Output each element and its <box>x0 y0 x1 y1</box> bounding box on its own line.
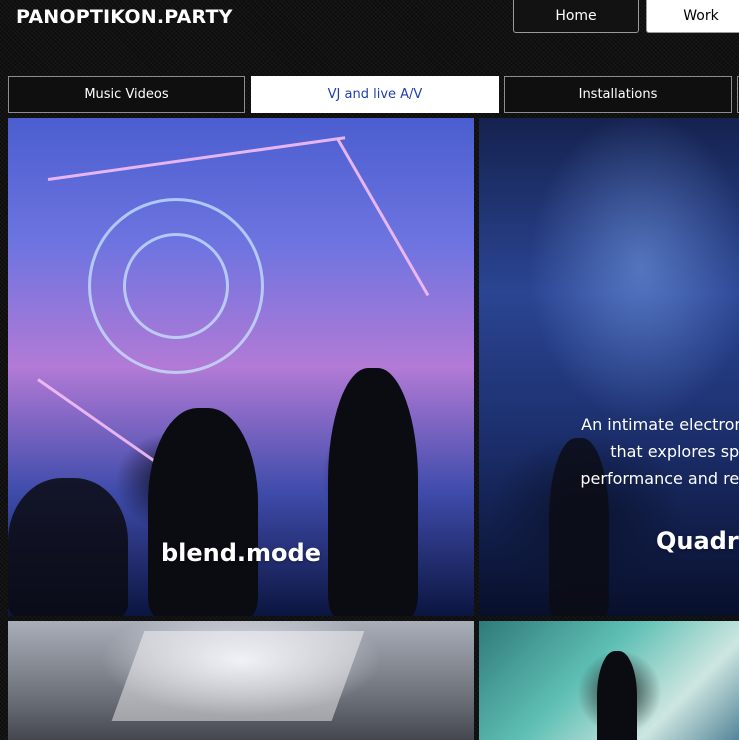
project-tile-quadra[interactable]: An intimate electroni that explores spa … <box>479 118 739 616</box>
tab-installations[interactable]: Installations <box>504 76 732 113</box>
nav-home-link[interactable]: Home <box>513 0 639 33</box>
projection-line <box>47 136 346 181</box>
site-brand[interactable]: PANOPTIKON.PARTY <box>16 5 233 29</box>
nav-work-link[interactable]: Work <box>646 0 739 33</box>
project-tile-blend-mode[interactable]: blend.mode <box>8 118 474 616</box>
projection-ring-inner-graphic <box>123 233 229 339</box>
tab-music-videos[interactable]: Music Videos <box>8 76 245 113</box>
project-description: An intimate electroni that explores spa … <box>580 415 739 488</box>
project-tile-singer[interactable] <box>479 621 739 740</box>
light-beam-graphic <box>111 631 365 721</box>
project-title: Quadra <box>656 527 739 555</box>
project-title: blend.mode <box>160 539 322 567</box>
projection-line <box>336 138 430 297</box>
work-category-tabs: Music Videos VJ and live A/V Installatio… <box>8 76 739 113</box>
project-tile-stage-lights[interactable] <box>8 621 474 740</box>
performer-figure <box>148 408 258 616</box>
performer-figure <box>328 368 418 616</box>
performer-figure <box>597 651 637 740</box>
tab-vj-live-av[interactable]: VJ and live A/V <box>251 76 499 113</box>
